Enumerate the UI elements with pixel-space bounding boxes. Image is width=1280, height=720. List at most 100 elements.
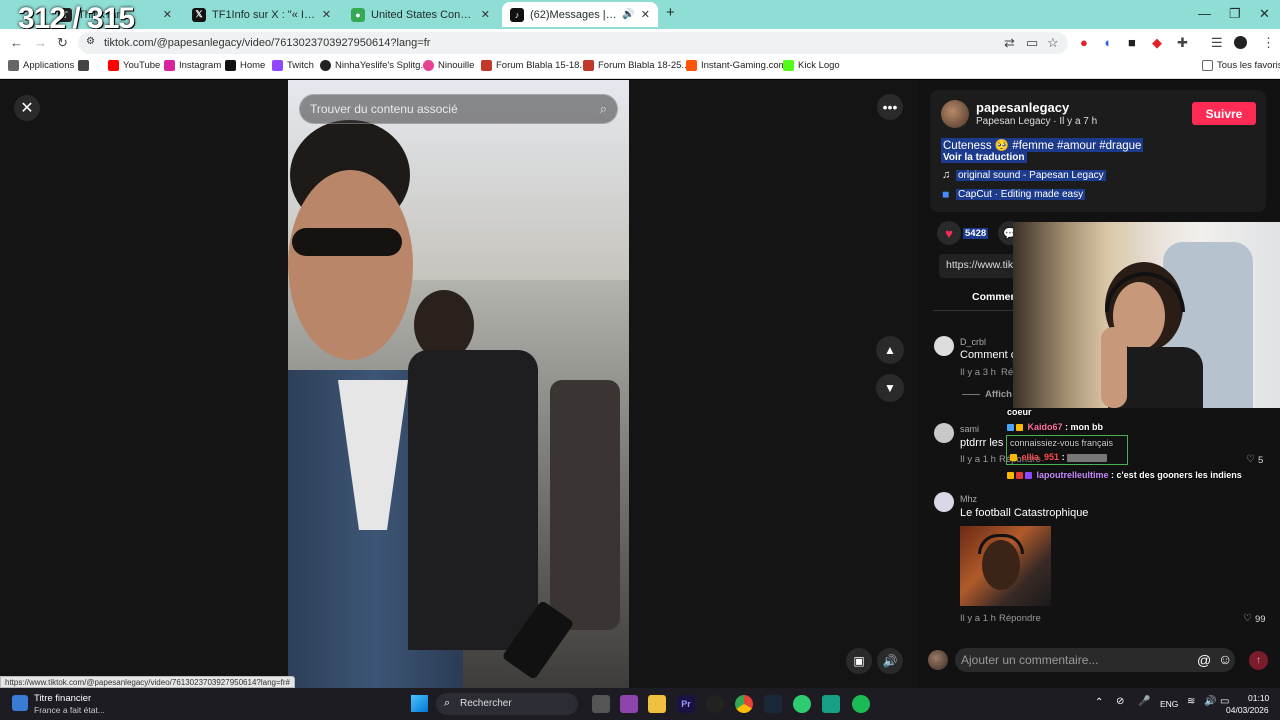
comment-placeholder: Ajouter un commentaire... [961,653,1099,667]
video-link-field[interactable]: https://www.tik [939,254,1019,278]
browser-tab[interactable]: ● United States Consulate Dubai ✕ [343,2,498,27]
bookmark-youtube[interactable]: YouTube [108,60,160,71]
bookmark-forum-15-18[interactable]: Forum Blabla 15-18... [481,60,587,71]
bookmark-grid[interactable] [78,60,93,71]
microphone-icon[interactable]: 🎤 [1138,696,1150,707]
address-bar[interactable]: ⚙ tiktok.com/@papesanlegacy/video/761302… [78,32,1068,54]
green-app-icon[interactable] [793,695,811,713]
site-info-icon[interactable]: ⚙ [86,36,95,47]
related-content-search[interactable]: Trouver du contenu associé ⌕ [299,94,618,124]
task-view-icon[interactable] [592,695,610,713]
taskbar-search[interactable]: ⌕ Rechercher [436,693,578,715]
mention-icon[interactable]: @ [1197,652,1211,668]
minimize-button[interactable]: — [1198,6,1211,21]
close-tab-icon[interactable]: ✕ [163,8,172,21]
volume-button[interactable]: 🔊 [877,648,903,674]
clock-date[interactable]: 04/03/2026 [1226,705,1269,715]
speaker-icon[interactable]: 🔊 [622,9,634,20]
bookmark-instant-gaming[interactable]: Instant-Gaming.com [686,60,787,71]
heart-outline-icon[interactable]: ♡ [1243,613,1252,624]
capcut-link[interactable]: CapCut · Editing made easy [956,189,1086,200]
show-replies-button[interactable]: Affich [985,389,1012,400]
tab-list-icon[interactable]: ☰ [1211,35,1223,51]
translate-icon[interactable]: ⇄ [1004,35,1015,51]
bookmark-kick[interactable]: Kick Logo [783,60,840,71]
bookmark-star-icon[interactable]: ☆ [1047,35,1059,51]
like-button[interactable]: ♥ [937,221,961,245]
next-video-button[interactable]: ▼ [876,374,904,402]
premiere-pro-icon[interactable]: Pr [677,695,695,713]
tray-app-icon[interactable]: ⊘ [1116,696,1124,707]
bookmark-all-favorites[interactable]: Tous les favoris [1202,60,1280,71]
user-avatar[interactable] [928,650,948,670]
bookmark-ninouille[interactable]: Ninouille [423,60,474,71]
comment-author[interactable]: sami [960,424,979,434]
spotify-icon[interactable] [852,695,870,713]
wifi-icon[interactable]: ≋ [1187,696,1195,707]
follow-button[interactable]: Suivre [1192,102,1256,125]
comment-avatar[interactable] [934,492,954,512]
close-tab-icon[interactable]: ✕ [322,8,331,21]
weather-widget-icon[interactable] [12,695,28,711]
comment-avatar[interactable] [934,336,954,356]
forward-arrow-icon[interactable]: → [34,35,47,50]
maximize-button[interactable]: ❐ [1229,6,1241,22]
extension-opera-icon[interactable]: ● [1080,35,1088,50]
see-translation-link[interactable]: Voir la traduction [941,152,1027,163]
volume-icon[interactable]: 🔊 [1204,696,1216,707]
emoji-icon[interactable]: ☺ [1218,651,1232,667]
bookmark-home[interactable]: Home [225,60,265,71]
tray-chevron-icon[interactable]: ⌃ [1095,697,1103,708]
comment-image-headset [978,534,1024,554]
bookmark-forum-18-25[interactable]: Forum Blabla 18-25... [583,60,689,71]
file-explorer-icon[interactable] [648,695,666,713]
reply-button[interactable]: Répondre [999,613,1041,624]
heart-outline-icon[interactable]: ♡ [1246,454,1255,465]
chrome-menu-icon[interactable]: ⋮ [1262,35,1275,51]
close-tab-icon[interactable]: ✕ [481,8,490,21]
chat-badge-icon [1007,424,1014,432]
more-options-button[interactable]: ••• [877,94,903,120]
comment-author[interactable]: D_crbl [960,337,986,347]
widgets-app-icon[interactable] [620,695,638,713]
language-indicator[interactable]: ENG [1160,699,1178,709]
comment-avatar[interactable] [934,423,954,443]
comment-author[interactable]: Mhz [960,494,977,504]
back-arrow-icon[interactable]: ← [10,35,23,50]
bookmark-splitgate[interactable]: NinhaYeslife's Splitg... [320,60,428,71]
author-handle[interactable]: papesanlegacy [976,100,1069,115]
extension-red-icon[interactable]: ◆ [1152,35,1162,51]
reload-icon[interactable]: ↻ [57,35,68,51]
close-video-button[interactable]: ✕ [14,95,40,121]
obs-icon[interactable] [706,695,724,713]
extension-box-icon[interactable]: ■ [1128,35,1136,50]
steam-icon[interactable] [764,695,782,713]
chrome-icon[interactable] [735,695,753,713]
close-tab-icon[interactable]: ✕ [641,8,650,21]
sound-link[interactable]: original sound - Papesan Legacy [956,170,1106,181]
comment-input[interactable]: Ajouter un commentaire... [955,648,1235,672]
close-window-button[interactable]: ✕ [1259,6,1270,22]
video-player[interactable] [288,80,629,688]
comment-image[interactable] [960,526,1051,606]
start-button[interactable] [411,695,428,712]
previous-video-button[interactable]: ▲ [876,336,904,364]
bookmark-applications[interactable]: Applications [8,60,74,71]
author-avatar[interactable] [941,100,969,128]
pip-button[interactable]: ▣ [846,648,872,674]
browser-tab-active[interactable]: ♪ (62)Messages | TikTok 🔊 ✕ [502,2,658,27]
cast-icon[interactable]: ▭ [1026,35,1038,51]
comments-tab[interactable]: Commen [972,291,1017,303]
send-comment-button[interactable]: ↑ [1249,651,1268,670]
browser-tab[interactable]: 𝕏 TF1Info sur X : "« Influenceurs ✕ [184,2,339,27]
clock-time[interactable]: 01:10 [1248,693,1269,703]
widget-title[interactable]: Titre financier [34,693,91,704]
bookmark-instagram[interactable]: Instagram [164,60,221,71]
new-tab-button[interactable]: + [666,4,675,21]
extensions-puzzle-icon[interactable]: ✚ [1177,35,1188,51]
bookmark-twitch[interactable]: Twitch [272,60,314,71]
extension-audio-icon[interactable]: ◖ [1103,35,1111,50]
search-icon[interactable]: ⌕ [600,101,607,117]
profile-avatar[interactable] [1234,36,1247,49]
teal-app-icon[interactable] [822,695,840,713]
